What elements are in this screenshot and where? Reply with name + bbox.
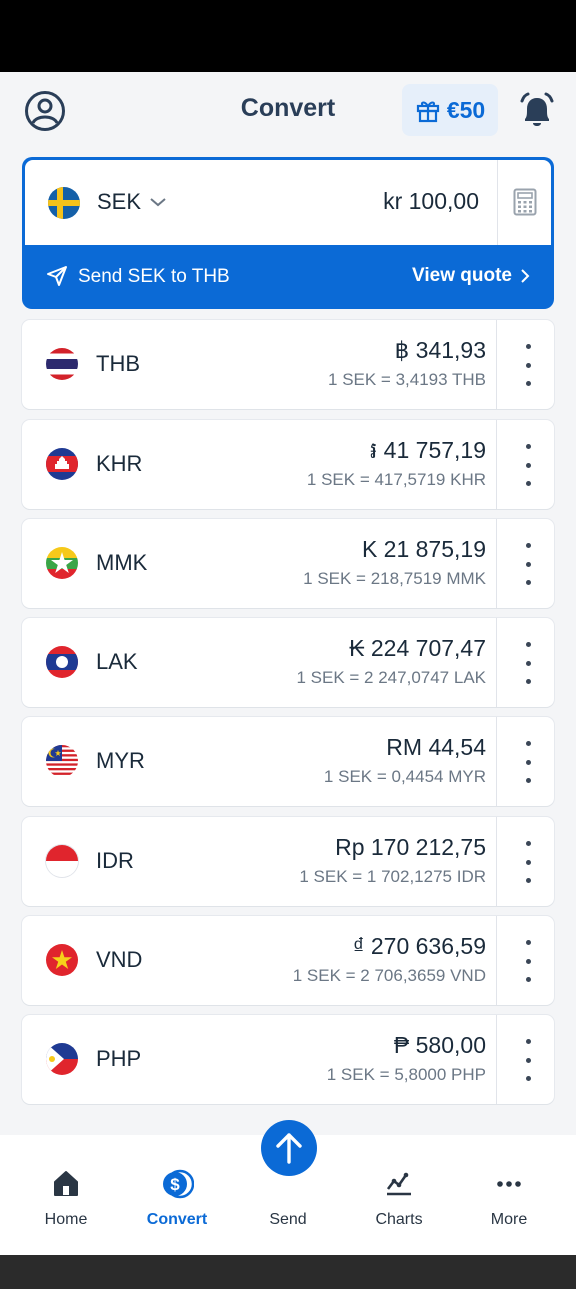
nav-convert-label: Convert bbox=[146, 1211, 208, 1228]
myanmar-flag-icon bbox=[46, 547, 78, 579]
calculator-icon[interactable] bbox=[513, 188, 537, 216]
reward-button[interactable]: €50 bbox=[402, 84, 498, 136]
more-options-icon[interactable] bbox=[518, 841, 538, 883]
send-quote-bar[interactable]: Send SEK to THB View quote bbox=[22, 245, 554, 309]
more-options-icon[interactable] bbox=[518, 344, 538, 386]
converted-amount: ฿ 341,93 bbox=[394, 337, 486, 363]
home-icon bbox=[54, 1171, 78, 1196]
malaysia-flag-icon bbox=[46, 745, 78, 777]
currency-row-myr[interactable]: MYR RM 44,54 1 SEK = 0,4454 MYR bbox=[22, 717, 554, 806]
philippines-flag-icon bbox=[46, 1043, 78, 1075]
divider bbox=[496, 618, 497, 707]
currency-code: MYR bbox=[96, 748, 145, 773]
status-bar bbox=[0, 0, 576, 72]
notification-bell-icon[interactable] bbox=[519, 92, 555, 130]
currency-row-lak[interactable]: LAK ₭ 224 707,47 1 SEK = 2 247,0747 LAK bbox=[22, 618, 554, 707]
currency-row-mmk[interactable]: MMK K 21 875,19 1 SEK = 218,7519 MMK bbox=[22, 519, 554, 608]
send-label: Send SEK to THB bbox=[78, 266, 230, 287]
more-options-icon[interactable] bbox=[518, 940, 538, 982]
divider bbox=[496, 916, 497, 1005]
chart-line-icon bbox=[386, 1172, 411, 1196]
nav-home-label: Home bbox=[44, 1211, 88, 1228]
base-currency-card: SEK kr 100,00 Send SEK to THB View quote bbox=[22, 157, 554, 309]
divider bbox=[496, 1015, 497, 1104]
converted-amount: ₭ 224 707,47 bbox=[349, 635, 486, 661]
more-dots-icon bbox=[497, 1181, 521, 1187]
divider bbox=[496, 420, 497, 509]
divider bbox=[497, 160, 498, 245]
thailand-flag-icon bbox=[46, 348, 78, 380]
base-currency-code: SEK bbox=[97, 189, 142, 214]
currency-row-idr[interactable]: IDR Rp 170 212,75 1 SEK = 1 702,1275 IDR bbox=[22, 817, 554, 906]
chevron-down-icon bbox=[150, 198, 166, 207]
nav-send-label: Send bbox=[269, 1211, 307, 1228]
more-options-icon[interactable] bbox=[518, 741, 538, 783]
nav-more-label: More bbox=[490, 1211, 528, 1228]
top-header: Convert €50 bbox=[0, 72, 576, 154]
cambodia-flag-icon bbox=[46, 448, 78, 480]
converted-amount: Rp 170 212,75 bbox=[335, 834, 486, 860]
more-options-icon[interactable] bbox=[518, 642, 538, 684]
exchange-rate: 1 SEK = 1 702,1275 IDR bbox=[299, 867, 486, 886]
more-options-icon[interactable] bbox=[518, 444, 538, 486]
converted-amount: ₱ 580,00 bbox=[393, 1032, 486, 1058]
converted-amount: K 21 875,19 bbox=[361, 536, 486, 562]
currency-code: THB bbox=[96, 351, 140, 376]
divider bbox=[496, 817, 497, 906]
base-currency-input[interactable]: SEK kr 100,00 bbox=[25, 160, 551, 245]
reward-label: €50 bbox=[446, 96, 486, 123]
converted-amount: ₫ 270 636,59 bbox=[352, 933, 486, 959]
exchange-rate: 1 SEK = 5,8000 PHP bbox=[326, 1065, 486, 1084]
nav-charts[interactable]: Charts bbox=[344, 1135, 454, 1255]
currency-row-khr[interactable]: KHR ៛ 41 757,19 1 SEK = 417,5719 KHR bbox=[22, 420, 554, 509]
divider bbox=[496, 717, 497, 806]
vietnam-flag-icon bbox=[46, 944, 78, 976]
laos-flag-icon bbox=[46, 646, 78, 678]
divider bbox=[496, 320, 497, 409]
more-options-icon[interactable] bbox=[518, 1039, 538, 1081]
exchange-rate: 1 SEK = 417,5719 KHR bbox=[306, 470, 486, 489]
currency-code: PHP bbox=[96, 1046, 142, 1071]
exchange-rate: 1 SEK = 2 247,0747 LAK bbox=[296, 668, 486, 687]
chevron-right-icon bbox=[521, 269, 530, 283]
gift-icon bbox=[416, 101, 439, 123]
currency-code: LAK bbox=[96, 649, 138, 674]
converted-amount: RM 44,54 bbox=[386, 734, 486, 760]
currency-row-vnd[interactable]: VND ₫ 270 636,59 1 SEK = 2 706,3659 VND bbox=[22, 916, 554, 1005]
exchange-rate: 1 SEK = 3,4193 THB bbox=[328, 370, 486, 389]
system-nav-bar bbox=[0, 1255, 576, 1289]
nav-charts-label: Charts bbox=[375, 1211, 423, 1228]
currency-code: IDR bbox=[96, 848, 134, 873]
nav-convert[interactable]: $ Convert bbox=[122, 1135, 232, 1255]
divider bbox=[496, 519, 497, 608]
currency-code: VND bbox=[96, 947, 143, 972]
currency-row-php[interactable]: PHP ₱ 580,00 1 SEK = 5,8000 PHP bbox=[22, 1015, 554, 1104]
view-quote-label: View quote bbox=[412, 265, 512, 286]
arrow-up-icon bbox=[276, 1133, 302, 1164]
exchange-rate: 1 SEK = 218,7519 MMK bbox=[303, 569, 486, 588]
base-amount[interactable]: kr 100,00 bbox=[383, 188, 479, 215]
currency-code: KHR bbox=[96, 451, 143, 476]
exchange-rate: 1 SEK = 0,4454 MYR bbox=[323, 767, 486, 786]
currency-code: MMK bbox=[96, 550, 148, 575]
nav-more[interactable]: More bbox=[454, 1135, 564, 1255]
view-quote-button[interactable]: View quote bbox=[412, 265, 530, 287]
convert-coins-icon: $ bbox=[163, 1169, 194, 1199]
base-currency-selector[interactable]: SEK bbox=[97, 189, 167, 215]
indonesia-flag-icon bbox=[46, 845, 78, 877]
exchange-rate: 1 SEK = 2 706,3659 VND bbox=[292, 966, 486, 985]
currency-row-thb[interactable]: THB ฿ 341,93 1 SEK = 3,4193 THB bbox=[22, 320, 554, 409]
svg-text:$: $ bbox=[170, 1175, 180, 1194]
nav-home[interactable]: Home bbox=[11, 1135, 121, 1255]
send-button[interactable] bbox=[261, 1120, 317, 1176]
converted-amount: ៛ 41 757,19 bbox=[369, 437, 486, 463]
sweden-flag-icon bbox=[48, 187, 80, 219]
more-options-icon[interactable] bbox=[518, 543, 538, 585]
paper-plane-icon bbox=[47, 266, 67, 286]
